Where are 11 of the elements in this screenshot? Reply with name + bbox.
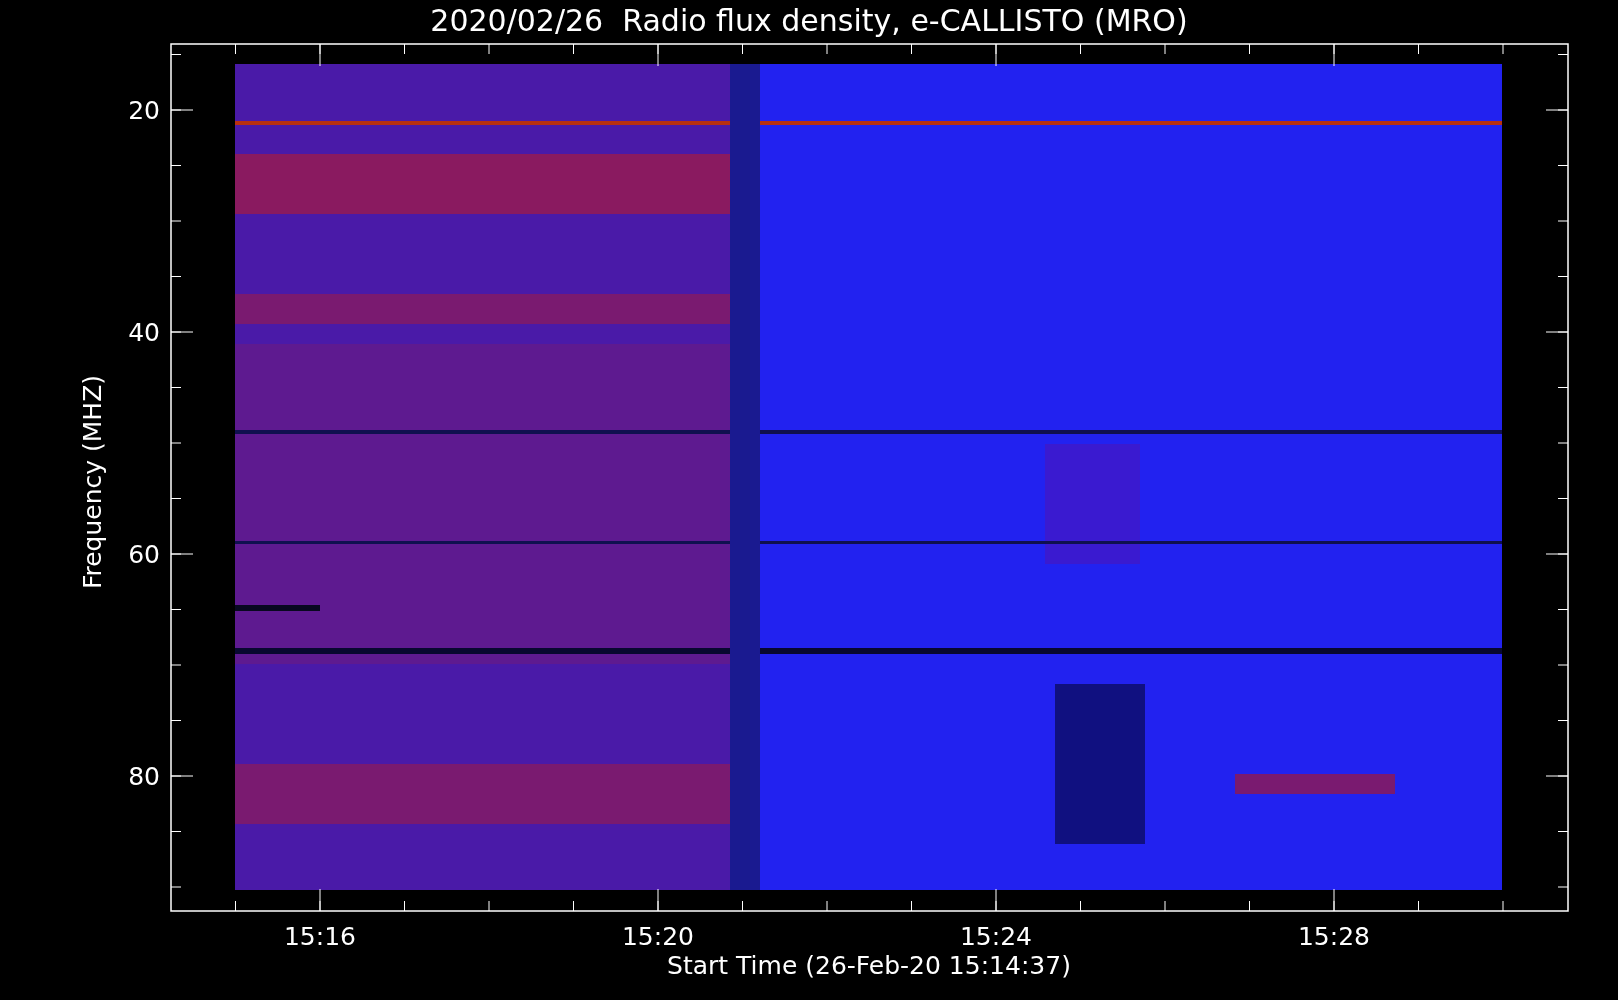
tick-label: 60 xyxy=(128,540,160,569)
tick-label: 15:20 xyxy=(622,922,694,951)
chart-title: 2020/02/26 Radio flux density, e-CALLISTO (MRO) xyxy=(430,3,1188,38)
x-axis-label: Start Time (26-Feb-20 15:14:37) xyxy=(667,951,1071,980)
y-axis-label: Frequency (MHZ) xyxy=(78,374,107,590)
tick-label: 15:28 xyxy=(1298,922,1370,951)
tick-label: 15:24 xyxy=(960,922,1032,951)
tick-label: 40 xyxy=(128,318,160,347)
tick-label: 20 xyxy=(128,96,160,125)
tick-label: 80 xyxy=(128,762,160,791)
tick-label: 15:16 xyxy=(284,922,356,951)
